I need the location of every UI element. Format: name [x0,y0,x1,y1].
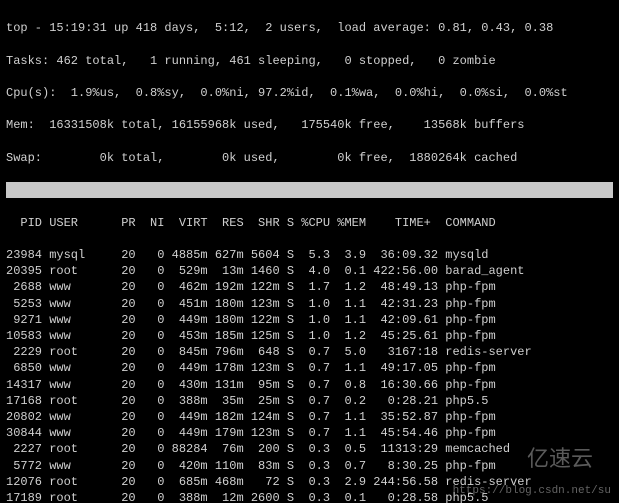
process-row: 2688 www 20 0 462m 192m 122m S 1.7 1.2 4… [6,279,613,295]
cpu-line: Cpu(s): 1.9%us, 0.8%sy, 0.0%ni, 97.2%id,… [6,85,613,101]
input-prompt-line[interactable] [6,182,613,198]
process-row: 17168 root 20 0 388m 35m 25m S 0.7 0.2 0… [6,393,613,409]
top-uptime-line: top - 15:19:31 up 418 days, 5:12, 2 user… [6,20,613,36]
process-row: 20395 root 20 0 529m 13m 1460 S 4.0 0.1 … [6,263,613,279]
process-list: 23984 mysql 20 0 4885m 627m 5604 S 5.3 3… [6,247,613,503]
process-row: 17189 root 20 0 388m 12m 2600 S 0.3 0.1 … [6,490,613,503]
process-row: 6850 www 20 0 449m 178m 123m S 0.7 1.1 4… [6,360,613,376]
process-row: 14317 www 20 0 430m 131m 95m S 0.7 0.8 1… [6,377,613,393]
process-row: 23984 mysql 20 0 4885m 627m 5604 S 5.3 3… [6,247,613,263]
process-row: 2229 root 20 0 845m 796m 648 S 0.7 5.0 3… [6,344,613,360]
process-row: 12076 root 20 0 685m 468m 72 S 0.3 2.9 2… [6,474,613,490]
terminal-output[interactable]: top - 15:19:31 up 418 days, 5:12, 2 user… [0,0,619,503]
tasks-line: Tasks: 462 total, 1 running, 461 sleepin… [6,53,613,69]
process-row: 2227 root 20 0 88284 76m 200 S 0.3 0.5 1… [6,441,613,457]
process-row: 10583 www 20 0 453m 185m 125m S 1.0 1.2 … [6,328,613,344]
process-row: 9271 www 20 0 449m 180m 122m S 1.0 1.1 4… [6,312,613,328]
process-row: 20802 www 20 0 449m 182m 124m S 0.7 1.1 … [6,409,613,425]
swap-line: Swap: 0k total, 0k used, 0k free, 188026… [6,150,613,166]
mem-line: Mem: 16331508k total, 16155968k used, 17… [6,117,613,133]
process-row: 30844 www 20 0 449m 179m 123m S 0.7 1.1 … [6,425,613,441]
column-headers: PID USER PR NI VIRT RES SHR S %CPU %MEM … [6,215,613,231]
process-row: 5772 www 20 0 420m 110m 83m S 0.3 0.7 8:… [6,458,613,474]
process-row: 5253 www 20 0 451m 180m 123m S 1.0 1.1 4… [6,296,613,312]
